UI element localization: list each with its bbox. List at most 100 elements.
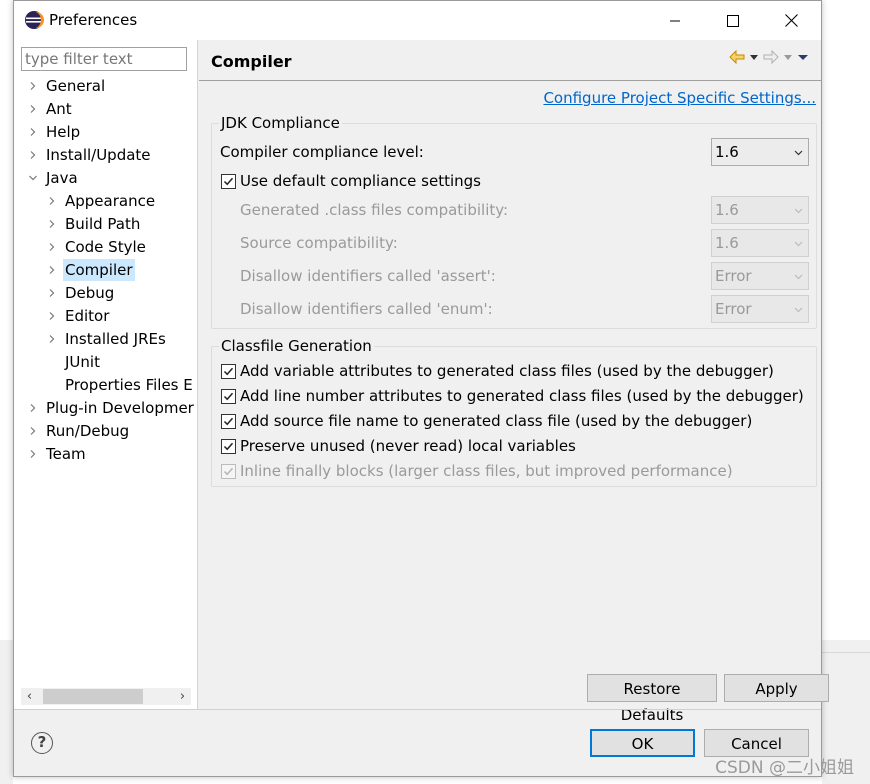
sidebar-item-label: Run/Debug — [46, 422, 130, 440]
sidebar-item-editor[interactable]: Editor — [14, 305, 198, 327]
sidebar-item-installed-jres[interactable]: Installed JREs — [14, 328, 198, 350]
classfile-generation-title: Classfile Generation — [219, 337, 374, 355]
chevron-right-icon[interactable] — [46, 259, 58, 281]
back-arrow-icon[interactable] — [729, 50, 745, 64]
sidebar-item-general[interactable]: General — [14, 75, 198, 97]
classfile-option-checkbox[interactable] — [221, 364, 236, 379]
chevron-right-icon[interactable] — [46, 213, 58, 235]
classfile-option-label[interactable]: Add source file name to generated class … — [240, 409, 752, 433]
compliance-level-value: 1.6 — [715, 143, 739, 161]
checkmark-icon — [223, 417, 234, 426]
footer-separator — [14, 709, 821, 710]
filter-input[interactable] — [21, 47, 187, 71]
chevron-down-icon — [794, 208, 803, 214]
sidebar-item-properties-files-e[interactable]: Properties Files E — [14, 374, 198, 396]
sidebar-item-label: Properties Files E — [65, 376, 193, 394]
classfile-option-label[interactable]: Add variable attributes to generated cla… — [240, 359, 774, 383]
chevron-right-icon[interactable] — [27, 98, 39, 120]
sidebar-item-plug-in-developmer[interactable]: Plug-in Developmer — [14, 397, 198, 419]
classfile-option-checkbox — [221, 464, 236, 479]
compliance-setting-select: Error — [711, 262, 809, 290]
chevron-right-icon[interactable] — [27, 75, 39, 97]
chevron-right-icon[interactable] — [46, 305, 58, 327]
sidebar-item-label: JUnit — [65, 353, 100, 371]
sidebar-item-ant[interactable]: Ant — [14, 98, 198, 120]
chevron-down-icon[interactable] — [27, 167, 39, 189]
chevron-right-icon[interactable] — [46, 282, 58, 304]
preference-tree-pane: General Ant Help Install/Update Java Appearan… — [14, 40, 198, 709]
configure-project-specific-link[interactable]: Configure Project Specific Settings... — [543, 89, 816, 107]
sidebar-item-build-path[interactable]: Build Path — [14, 213, 198, 235]
minimize-icon — [670, 20, 680, 21]
checkmark-icon — [223, 392, 234, 401]
minimize-button[interactable] — [646, 1, 704, 40]
checkmark-icon — [223, 467, 234, 476]
chevron-down-icon — [794, 307, 803, 313]
chevron-right-icon[interactable] — [27, 443, 39, 465]
background-divider — [822, 652, 870, 653]
sidebar-item-appearance[interactable]: Appearance — [14, 190, 198, 212]
compliance-setting-label: Disallow identifiers called 'assert': — [240, 267, 496, 285]
classfile-option-label[interactable]: Preserve unused (never read) local varia… — [240, 434, 576, 458]
title-bar: Preferences — [14, 1, 821, 40]
tree-horizontal-scrollbar[interactable]: ‹ › — [21, 688, 191, 705]
help-icon[interactable]: ? — [31, 732, 53, 754]
chevron-down-icon — [794, 241, 803, 247]
compliance-setting-value: Error — [715, 267, 752, 285]
sidebar-item-label: Compiler — [63, 259, 135, 281]
window-title: Preferences — [49, 11, 138, 29]
use-default-compliance-checkbox[interactable] — [221, 174, 236, 189]
checkmark-icon — [223, 177, 234, 186]
sidebar-item-label: Team — [46, 445, 86, 463]
classfile-option-label[interactable]: Add line number attributes to generated … — [240, 384, 804, 408]
sidebar-item-team[interactable]: Team — [14, 443, 198, 465]
chevron-right-icon[interactable] — [27, 420, 39, 442]
compliance-setting-value: 1.6 — [715, 201, 739, 219]
chevron-right-icon[interactable] — [27, 144, 39, 166]
chevron-right-icon[interactable] — [46, 236, 58, 258]
close-icon — [784, 14, 798, 27]
classfile-option-checkbox[interactable] — [221, 389, 236, 404]
close-button[interactable] — [762, 1, 820, 40]
chevron-right-icon[interactable] — [27, 397, 39, 419]
chevron-right-icon[interactable] — [27, 121, 39, 143]
back-dropdown-icon[interactable] — [749, 50, 759, 64]
sidebar-item-run-debug[interactable]: Run/Debug — [14, 420, 198, 442]
page-header: Compiler — [199, 40, 821, 81]
view-menu-icon[interactable] — [797, 50, 809, 64]
chevron-right-icon[interactable] — [46, 328, 58, 350]
scroll-left-icon[interactable]: ‹ — [21, 688, 38, 705]
sidebar-item-label: Help — [46, 123, 81, 141]
scroll-right-icon[interactable]: › — [174, 688, 191, 705]
sidebar-item-compiler[interactable]: Compiler — [14, 259, 198, 281]
sidebar-item-install-update[interactable]: Install/Update — [14, 144, 198, 166]
scroll-thumb[interactable] — [43, 689, 143, 704]
maximize-icon — [727, 14, 739, 27]
sidebar-item-help[interactable]: Help — [14, 121, 198, 143]
maximize-button[interactable] — [704, 1, 762, 40]
sidebar-item-label: Ant — [46, 100, 72, 118]
forward-arrow-icon[interactable] — [763, 50, 779, 64]
sidebar-item-debug[interactable]: Debug — [14, 282, 198, 304]
sidebar-item-junit[interactable]: JUnit — [14, 351, 198, 373]
apply-button[interactable]: Apply — [724, 674, 829, 702]
classfile-option-checkbox[interactable] — [221, 414, 236, 429]
background-app-left-strip — [0, 640, 13, 784]
chevron-down-icon — [794, 274, 803, 280]
restore-defaults-button[interactable]: Restore Defaults — [587, 674, 717, 724]
forward-dropdown-icon[interactable] — [783, 50, 793, 64]
sidebar-item-label: Build Path — [65, 215, 141, 233]
use-default-compliance-label[interactable]: Use default compliance settings — [240, 169, 481, 193]
ok-button[interactable]: OK — [590, 729, 695, 757]
compliance-level-select[interactable]: 1.6 — [711, 138, 809, 166]
classfile-option-checkbox[interactable] — [221, 439, 236, 454]
preference-tree: General Ant Help Install/Update Java Appearan… — [14, 75, 198, 685]
sidebar-item-code-style[interactable]: Code Style — [14, 236, 198, 258]
compliance-setting-value: 1.6 — [715, 234, 739, 252]
compliance-setting-label: Disallow identifiers called 'enum': — [240, 300, 493, 318]
compliance-level-label: Compiler compliance level: — [220, 143, 424, 161]
chevron-right-icon[interactable] — [46, 190, 58, 212]
sidebar-item-java[interactable]: Java — [14, 167, 198, 189]
compliance-setting-select: Error — [711, 295, 809, 323]
sidebar-item-label: Editor — [65, 307, 110, 325]
